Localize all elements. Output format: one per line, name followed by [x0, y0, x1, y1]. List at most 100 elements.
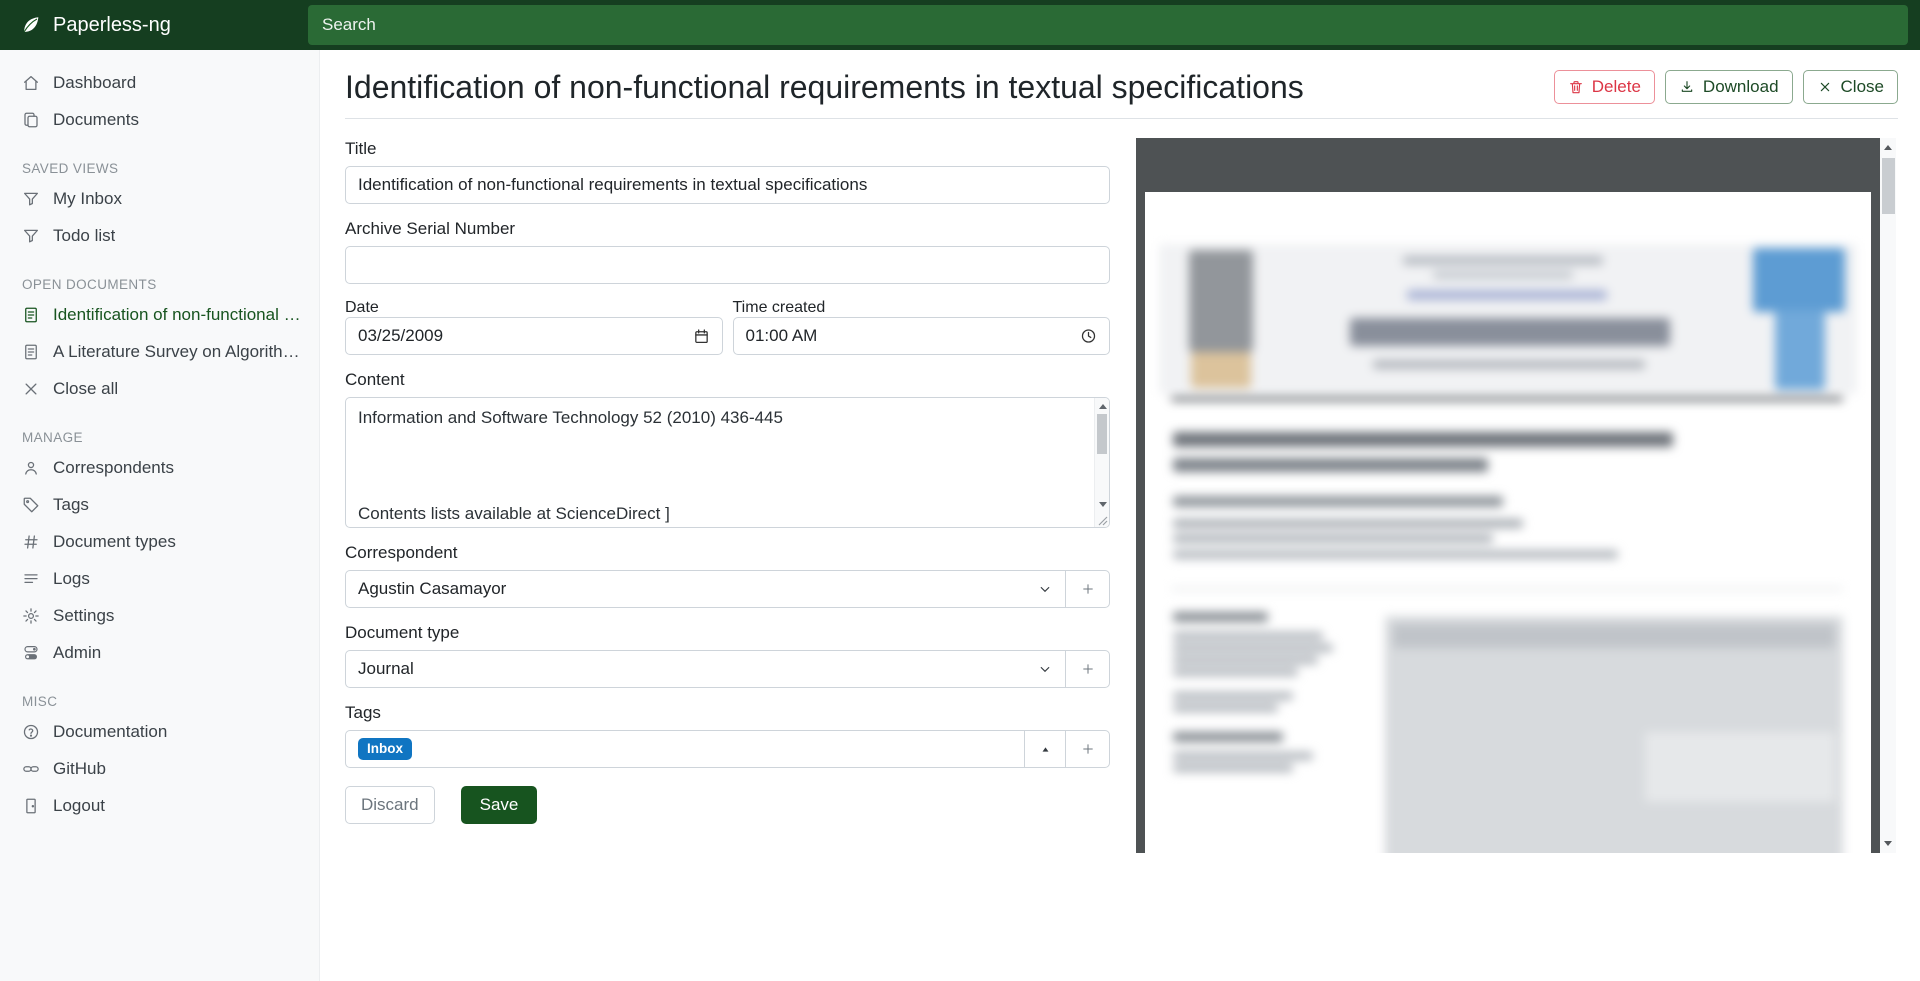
delete-button[interactable]: Delete	[1554, 70, 1655, 104]
tags-field[interactable]: Inbox	[345, 730, 1025, 768]
correspondent-field-group: Correspondent Agustin Casamayor	[345, 543, 1110, 608]
pdf-preview-pane[interactable]	[1136, 138, 1896, 853]
time-input[interactable]: 01:00 AM	[733, 317, 1111, 355]
document-type-field-group: Document type Journal	[345, 623, 1110, 688]
sidebar-item-documents[interactable]: Documents	[0, 101, 319, 138]
asn-field-group: Archive Serial Number	[345, 219, 1110, 284]
sidebar-item-admin[interactable]: Admin	[0, 634, 319, 671]
time-label: Time created	[733, 299, 826, 316]
search-input[interactable]	[308, 5, 1908, 45]
sidebar-item-my-inbox[interactable]: My Inbox	[0, 180, 319, 217]
textarea-scrollbar[interactable]	[1094, 398, 1109, 527]
app-brand[interactable]: Paperless-ng	[0, 14, 308, 37]
sidebar-item-document-types[interactable]: Document types	[0, 523, 319, 560]
main-content: Identification of non-functional require…	[320, 50, 1920, 981]
date-field-group: Date 03/25/2009	[345, 299, 723, 355]
sidebar-item-todo-list[interactable]: Todo list	[0, 217, 319, 254]
correspondent-label: Correspondent	[345, 543, 1110, 563]
sidebar-item-label: GitHub	[53, 759, 106, 779]
date-time-row: Date 03/25/2009 Time created 01:00 AM	[345, 299, 1110, 355]
sidebar-item-label: Identification of non-functional require…	[53, 305, 305, 325]
download-icon	[1679, 79, 1695, 95]
sidebar-item-label: Correspondents	[53, 458, 174, 478]
calendar-icon[interactable]	[693, 328, 710, 345]
sidebar-item-open-doc-1[interactable]: Identification of non-functional require…	[0, 296, 319, 333]
sidebar-item-label: Documents	[53, 110, 139, 130]
add-document-type-button[interactable]	[1065, 650, 1110, 688]
save-button[interactable]: Save	[461, 786, 538, 824]
document-actions: Delete Download Close	[1554, 70, 1898, 104]
link-icon	[22, 760, 40, 778]
home-icon	[22, 74, 40, 92]
clock-icon[interactable]	[1080, 328, 1097, 345]
top-navbar: Paperless-ng	[0, 0, 1920, 50]
content-line: Information and Software Technology 52 (…	[358, 406, 1081, 430]
leaf-icon	[20, 14, 42, 36]
document-type-select[interactable]: Journal	[345, 650, 1066, 688]
delete-label: Delete	[1592, 77, 1641, 97]
date-input[interactable]: 03/25/2009	[345, 317, 723, 355]
scroll-down-icon[interactable]	[1884, 841, 1892, 846]
sidebar-item-logout[interactable]: Logout	[0, 787, 319, 824]
discard-button[interactable]: Discard	[345, 786, 435, 824]
file-text-icon	[22, 343, 40, 361]
trash-icon	[1568, 79, 1584, 95]
close-label: Close	[1841, 77, 1884, 97]
date-label: Date	[345, 299, 379, 316]
add-correspondent-button[interactable]	[1065, 570, 1110, 608]
content-textarea[interactable]: Information and Software Technology 52 (…	[345, 397, 1110, 528]
scrollbar-thumb[interactable]	[1097, 414, 1107, 454]
sidebar-item-documentation[interactable]: Documentation	[0, 713, 319, 750]
scroll-down-icon[interactable]	[1099, 502, 1107, 507]
resize-handle-icon[interactable]	[1096, 514, 1108, 526]
funnel-icon	[22, 190, 40, 208]
toggles-icon	[22, 644, 40, 662]
document-header: Identification of non-functional require…	[345, 50, 1898, 119]
tags-dropdown-button[interactable]	[1024, 730, 1066, 768]
pdf-page	[1145, 192, 1871, 853]
app-title: Paperless-ng	[53, 14, 171, 37]
archive-serial-number-input[interactable]	[345, 246, 1110, 284]
scroll-up-icon[interactable]	[1099, 404, 1107, 409]
tag-badge[interactable]: Inbox	[358, 738, 412, 760]
funnel-icon	[22, 227, 40, 245]
document-edit-form: Title Identification of non-functional r…	[345, 139, 1110, 824]
paperless-app: { "colors": { "accent": "#17541f", "navb…	[0, 0, 1920, 981]
download-button[interactable]: Download	[1665, 70, 1793, 104]
title-field-group: Title Identification of non-functional r…	[345, 139, 1110, 204]
sidebar-item-label: Close all	[53, 379, 118, 399]
close-icon	[1817, 79, 1833, 95]
sidebar-section-header: MISC	[0, 689, 319, 713]
close-icon	[22, 380, 40, 398]
close-button[interactable]: Close	[1803, 70, 1898, 104]
content-label: Content	[345, 370, 1110, 390]
sidebar-item-logs[interactable]: Logs	[0, 560, 319, 597]
help-icon	[22, 723, 40, 741]
sidebar-item-github[interactable]: GitHub	[0, 750, 319, 787]
correspondent-select[interactable]: Agustin Casamayor	[345, 570, 1066, 608]
tags-field-group: Tags Inbox	[345, 703, 1110, 768]
sidebar-item-close-all[interactable]: Close all	[0, 370, 319, 407]
sidebar-item-label: Logout	[53, 796, 105, 816]
sidebar-item-label: Documentation	[53, 722, 167, 742]
title-input[interactable]: Identification of non-functional require…	[345, 166, 1110, 204]
hash-icon	[22, 533, 40, 551]
sidebar-item-tags[interactable]: Tags	[0, 486, 319, 523]
caret-up-icon	[1039, 743, 1052, 756]
content-field-group: Content Information and Software Technol…	[345, 370, 1110, 528]
preview-scrollbar[interactable]	[1880, 138, 1896, 853]
sidebar-item-label: Dashboard	[53, 73, 136, 93]
gear-icon	[22, 607, 40, 625]
scrollbar-thumb[interactable]	[1882, 158, 1895, 214]
plus-icon	[1080, 581, 1096, 597]
sidebar-item-open-doc-2[interactable]: A Literature Survey on Algorithms for Mu…	[0, 333, 319, 370]
add-tag-button[interactable]	[1065, 730, 1110, 768]
sidebar-item-settings[interactable]: Settings	[0, 597, 319, 634]
scroll-up-icon[interactable]	[1884, 145, 1892, 150]
sidebar-item-dashboard[interactable]: Dashboard	[0, 64, 319, 101]
door-icon	[22, 797, 40, 815]
sidebar-section-header: SAVED VIEWS	[0, 156, 319, 180]
document-type-value: Journal	[358, 659, 414, 679]
sidebar-section-header: OPEN DOCUMENTS	[0, 272, 319, 296]
sidebar-item-correspondents[interactable]: Correspondents	[0, 449, 319, 486]
